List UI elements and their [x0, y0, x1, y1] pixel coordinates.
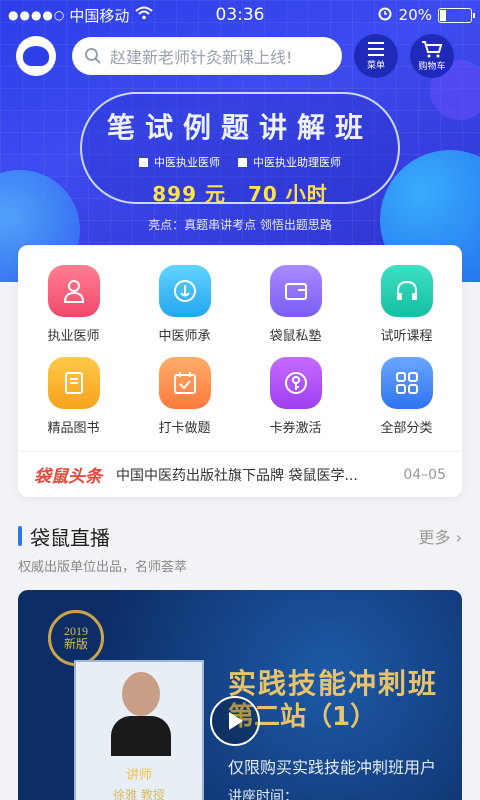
- live-course-card[interactable]: 2019 新版 讲师 徐雅 教授 实践技能冲刺班 第二站（1） 仅限购买实践技能…: [18, 590, 462, 800]
- price-value: 899 元: [152, 182, 226, 206]
- search-input[interactable]: 赵建新老师针灸新课上线!: [72, 37, 342, 75]
- hours-value: 70 小时: [247, 182, 328, 206]
- play-icon: [229, 712, 243, 730]
- menu-item-trial[interactable]: 试听课程: [351, 265, 462, 357]
- doctor-icon: [47, 265, 100, 317]
- lecturer-name: 徐雅 教授: [113, 788, 165, 800]
- signal-icon: ●●●●○: [8, 8, 66, 22]
- menu-item-books[interactable]: 精品图书: [18, 357, 129, 449]
- banner-price: 899 元 70 小时: [82, 178, 398, 207]
- lecturer-avatar: [111, 672, 171, 756]
- menu-label: 卡券激活: [269, 421, 322, 436]
- search-placeholder: 赵建新老师针灸新课上线!: [110, 48, 293, 67]
- live-section-header: 袋鼠直播 更多 ›: [18, 522, 462, 550]
- banner-highlight: 亮点：真题串讲考点 领悟出题思路: [148, 218, 332, 232]
- news-text: 中国中医药出版社旗下品牌 袋鼠医学...: [116, 467, 358, 484]
- banner-option: 中医执业医师: [139, 154, 220, 170]
- status-bar: ●●●●○ 中国移动 03:36 20%: [0, 0, 480, 30]
- carrier-label: 中国移动: [69, 6, 130, 25]
- grid-icon: [380, 357, 433, 409]
- anchor-icon: [158, 265, 211, 317]
- edition-badge: 2019 新版: [48, 610, 104, 666]
- menu-label: 全部分类: [380, 421, 433, 436]
- cart-button-label: 购物车: [418, 62, 446, 72]
- menu-button[interactable]: 菜单: [354, 34, 398, 78]
- lecturer-role: 讲师: [125, 768, 152, 783]
- key-icon: [269, 357, 322, 409]
- battery-icon: [438, 7, 475, 23]
- menu-item-apprentice[interactable]: 中医师承: [129, 265, 240, 357]
- badge-text: 新版: [63, 637, 88, 651]
- cart-icon: [422, 41, 443, 58]
- menu-grid: 执业医师 中医师承 袋鼠私塾 试听课程 精品图书 打卡做题 卡券激活 全部分类: [18, 245, 462, 449]
- cart-button[interactable]: 购物车: [410, 34, 454, 78]
- battery-percent: 20%: [398, 6, 432, 24]
- section-title: 袋鼠直播: [30, 525, 110, 550]
- menu-item-all-categories[interactable]: 全部分类: [351, 357, 462, 449]
- section-subtitle: 权威出版单位出品，名师荟萃: [18, 560, 188, 575]
- banner-options: 中医执业医师 中医执业助理医师: [82, 154, 398, 170]
- app-logo[interactable]: [16, 36, 56, 76]
- menu-item-private-school[interactable]: 袋鼠私塾: [240, 265, 351, 357]
- menu-label: 打卡做题: [158, 421, 211, 436]
- book-icon: [47, 357, 100, 409]
- banner-title: 笔试例题讲解班: [106, 111, 373, 144]
- menu-card: 执业医师 中医师承 袋鼠私塾 试听课程 精品图书 打卡做题 卡券激活 全部分类 …: [18, 245, 462, 497]
- course-time-label: 讲座时间：: [228, 789, 298, 800]
- menu-item-coupon[interactable]: 卡券激活: [240, 357, 351, 449]
- news-date: 04–05: [403, 466, 446, 483]
- headphones-icon: [380, 265, 433, 317]
- search-icon: [85, 48, 101, 64]
- course-restriction: 仅限购买实践技能冲刺班用户: [228, 758, 437, 777]
- top-bar: 赵建新老师针灸新课上线! 菜单 购物车: [16, 34, 464, 78]
- more-label: 更多: [418, 528, 451, 547]
- calendar-check-icon: [158, 357, 211, 409]
- chevron-right-icon: ›: [455, 528, 462, 547]
- more-link[interactable]: 更多 ›: [418, 524, 462, 548]
- news-brand: 袋鼠头条: [34, 467, 102, 487]
- menu-item-checkin[interactable]: 打卡做题: [129, 357, 240, 449]
- menu-label: 试听课程: [380, 329, 433, 344]
- news-ticker[interactable]: 袋鼠头条 中国中医药出版社旗下品牌 袋鼠医学... 04–05: [18, 451, 462, 497]
- menu-label: 精品图书: [47, 421, 100, 436]
- menu-label: 袋鼠私塾: [269, 329, 322, 344]
- hero-banner-area: ●●●●○ 中国移动 03:36 20% 赵建新老师针灸新课上线! 菜单 购物车: [0, 0, 480, 282]
- section-accent-bar: [18, 526, 22, 546]
- menu-icon: [368, 42, 384, 56]
- promo-banner[interactable]: 笔试例题讲解班 中医执业医师 中医执业助理医师 899 元 70 小时: [80, 92, 400, 207]
- banner-option: 中医执业助理医师: [238, 154, 341, 170]
- wifi-icon: [135, 6, 154, 24]
- menu-item-practitioner[interactable]: 执业医师: [18, 265, 129, 357]
- wallet-icon: [269, 265, 322, 317]
- alarm-icon: [377, 5, 393, 25]
- menu-label: 执业医师: [47, 329, 100, 344]
- play-button[interactable]: [210, 696, 260, 746]
- menu-button-label: 菜单: [366, 61, 385, 71]
- menu-label: 中医师承: [158, 329, 211, 344]
